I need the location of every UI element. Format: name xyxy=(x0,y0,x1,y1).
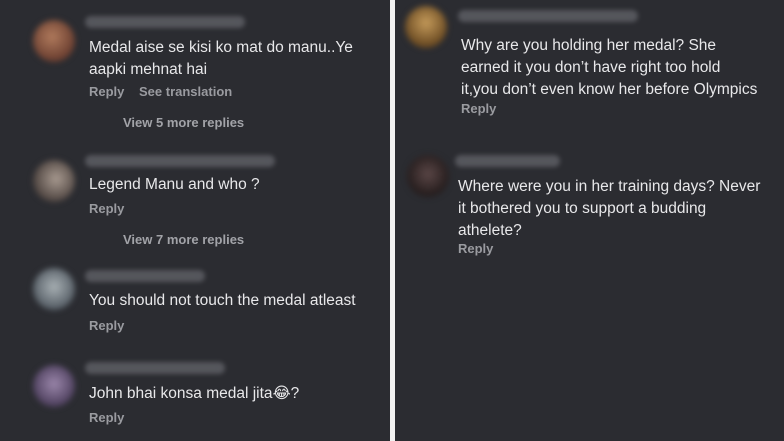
reply-button[interactable]: Reply xyxy=(89,84,124,99)
avatar[interactable] xyxy=(33,365,75,407)
reply-button[interactable]: Reply xyxy=(458,241,493,256)
view-more-replies-button[interactable]: View 7 more replies xyxy=(123,232,244,247)
avatar[interactable] xyxy=(407,155,449,197)
avatar[interactable] xyxy=(33,20,75,62)
avatar[interactable] xyxy=(33,268,75,310)
left-comments-panel: Medal aise se kisi ko mat do manu..Ye aa… xyxy=(0,0,390,441)
username-blurred[interactable] xyxy=(458,10,638,22)
comment-text: You should not touch the medal atleast xyxy=(89,292,356,309)
reply-button[interactable]: Reply xyxy=(89,318,124,333)
reply-button[interactable]: Reply xyxy=(89,410,124,425)
view-more-replies-button[interactable]: View 5 more replies xyxy=(123,115,244,130)
avatar[interactable] xyxy=(405,6,447,48)
comment-text: Why are you holding her medal? She earne… xyxy=(461,37,758,98)
reply-button[interactable]: Reply xyxy=(89,201,124,216)
avatar[interactable] xyxy=(33,160,75,202)
username-blurred[interactable] xyxy=(455,155,560,167)
username-blurred[interactable] xyxy=(85,155,275,167)
comment-text: John bhai konsa medal jita😂? xyxy=(89,385,300,402)
username-blurred[interactable] xyxy=(85,270,205,282)
comment-text: Legend Manu and who ? xyxy=(89,176,260,193)
reply-button[interactable]: Reply xyxy=(461,101,496,116)
comment-text: Medal aise se kisi ko mat do manu..Ye aa… xyxy=(89,39,353,78)
username-blurred[interactable] xyxy=(85,362,225,374)
see-translation-button[interactable]: See translation xyxy=(139,84,232,99)
right-comments-panel: Why are you holding her medal? She earne… xyxy=(395,0,784,441)
comment-text: Where were you in her training days? Nev… xyxy=(458,178,761,239)
username-blurred[interactable] xyxy=(85,16,245,28)
